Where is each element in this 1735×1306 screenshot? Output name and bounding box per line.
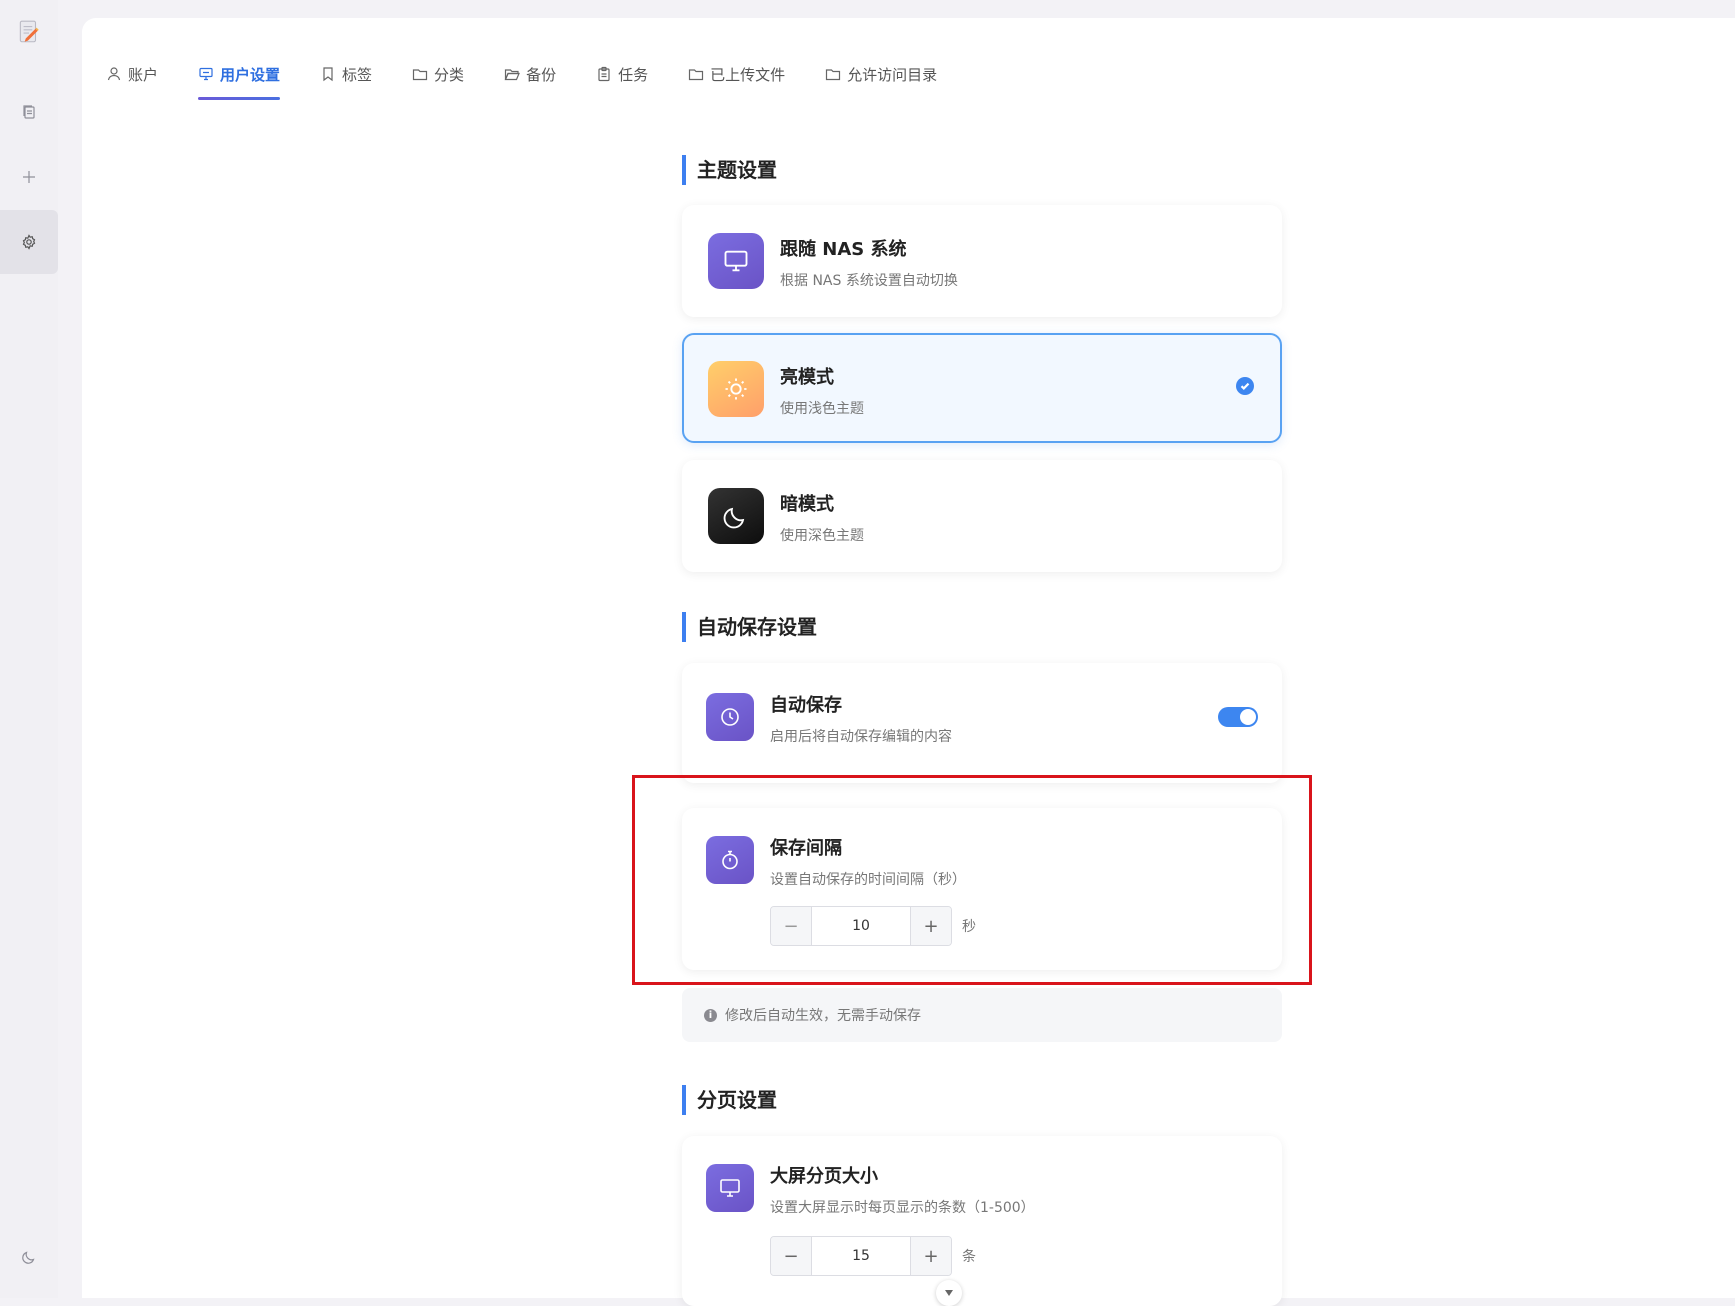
theme-option-subtitle: 根据 NAS 系统设置自动切换 [780, 273, 958, 289]
tab-tasks[interactable]: 任务 [596, 54, 648, 94]
user-icon [107, 67, 121, 81]
left-rail [0, 0, 58, 1298]
monitor-icon [706, 1164, 754, 1212]
highlight-box [632, 775, 1312, 985]
autosave-section-title: 自动保存设置 [682, 612, 817, 642]
folder-open-icon [504, 69, 520, 81]
page-size-stepper: − 15 + [770, 1236, 952, 1276]
chevron-down-icon [945, 1290, 953, 1296]
pagination-section-title: 分页设置 [682, 1085, 777, 1115]
gear-icon [22, 234, 36, 250]
decrement-button[interactable]: − [771, 1237, 811, 1275]
autosave-note-text: 修改后自动生效，无需手动保存 [725, 1008, 921, 1024]
rail-settings-button[interactable] [0, 210, 58, 274]
clock-icon [706, 693, 754, 741]
monitor-icon [708, 233, 764, 289]
tab-account[interactable]: 账户 [106, 54, 158, 94]
folder-icon [412, 69, 428, 81]
autosave-toggle-card: 自动保存 启用后将自动保存编辑的内容 [682, 663, 1282, 783]
theme-option-dark[interactable]: 暗模式 使用深色主题 [682, 460, 1282, 572]
theme-option-follow-nas[interactable]: 跟随 NAS 系统 根据 NAS 系统设置自动切换 [682, 205, 1282, 317]
page-size-title: 大屏分页大小 [770, 1166, 878, 1187]
tab-label: 任务 [618, 65, 649, 84]
clipboard-icon [598, 66, 610, 82]
tab-label: 备份 [526, 65, 557, 84]
theme-option-light[interactable]: 亮模式 使用浅色主题 [682, 333, 1282, 443]
scroll-down-button[interactable] [936, 1280, 962, 1306]
autosave-subtitle: 启用后将自动保存编辑的内容 [770, 729, 952, 745]
rail-notes-button[interactable] [0, 80, 58, 144]
large-screen-page-size-card: 大屏分页大小 设置大屏显示时每页显示的条数（1-500） − 15 + 条 [682, 1136, 1282, 1306]
tab-uploaded-files[interactable]: 已上传文件 [688, 54, 785, 94]
bookmark-icon [323, 67, 333, 82]
monitor-settings-icon [199, 67, 213, 81]
increment-button[interactable]: + [911, 1237, 951, 1275]
tab-categories[interactable]: 分类 [412, 54, 464, 94]
app-logo-icon[interactable] [0, 0, 58, 64]
settings-tabs: 账户 用户设置 标签 分类 备份 任务 已上传文件 允许访问目录 [106, 54, 977, 100]
page-size-subtitle: 设置大屏显示时每页显示的条数（1-500） [770, 1200, 1035, 1216]
moon-icon [708, 488, 764, 544]
moon-icon [22, 1251, 35, 1264]
folder-icon [826, 69, 841, 81]
page-size-unit: 条 [962, 1249, 976, 1265]
autosave-toggle[interactable] [1218, 707, 1258, 727]
folder-icon [688, 69, 704, 81]
theme-option-title: 暗模式 [780, 494, 834, 515]
theme-option-title: 亮模式 [780, 367, 834, 388]
sun-icon [708, 361, 764, 417]
theme-option-subtitle: 使用深色主题 [780, 528, 864, 544]
page-size-input[interactable]: 15 [811, 1237, 911, 1275]
tab-label: 分类 [434, 65, 465, 84]
theme-option-title: 跟随 NAS 系统 [780, 239, 907, 260]
tab-allowed-directories[interactable]: 允许访问目录 [825, 54, 937, 94]
tab-label: 已上传文件 [710, 65, 786, 84]
tab-label: 允许访问目录 [847, 65, 938, 84]
tab-user-settings[interactable]: 用户设置 [198, 54, 281, 100]
autosave-note: i 修改后自动生效，无需手动保存 [682, 988, 1282, 1042]
tab-backup[interactable]: 备份 [504, 54, 556, 94]
tab-label: 用户设置 [220, 65, 281, 84]
theme-section-title: 主题设置 [682, 155, 777, 185]
tab-label: 标签 [342, 65, 373, 84]
rail-add-button[interactable] [0, 145, 58, 209]
notepad-logo-icon [19, 20, 39, 43]
selected-check-icon [1236, 377, 1254, 395]
autosave-title: 自动保存 [770, 695, 842, 716]
tab-tags[interactable]: 标签 [320, 54, 372, 94]
plus-icon [23, 171, 35, 183]
rail-theme-toggle[interactable] [0, 1225, 58, 1289]
info-icon: i [704, 1008, 717, 1022]
tab-label: 账户 [128, 65, 159, 84]
theme-option-subtitle: 使用浅色主题 [780, 401, 864, 417]
copy-icon [23, 105, 35, 119]
